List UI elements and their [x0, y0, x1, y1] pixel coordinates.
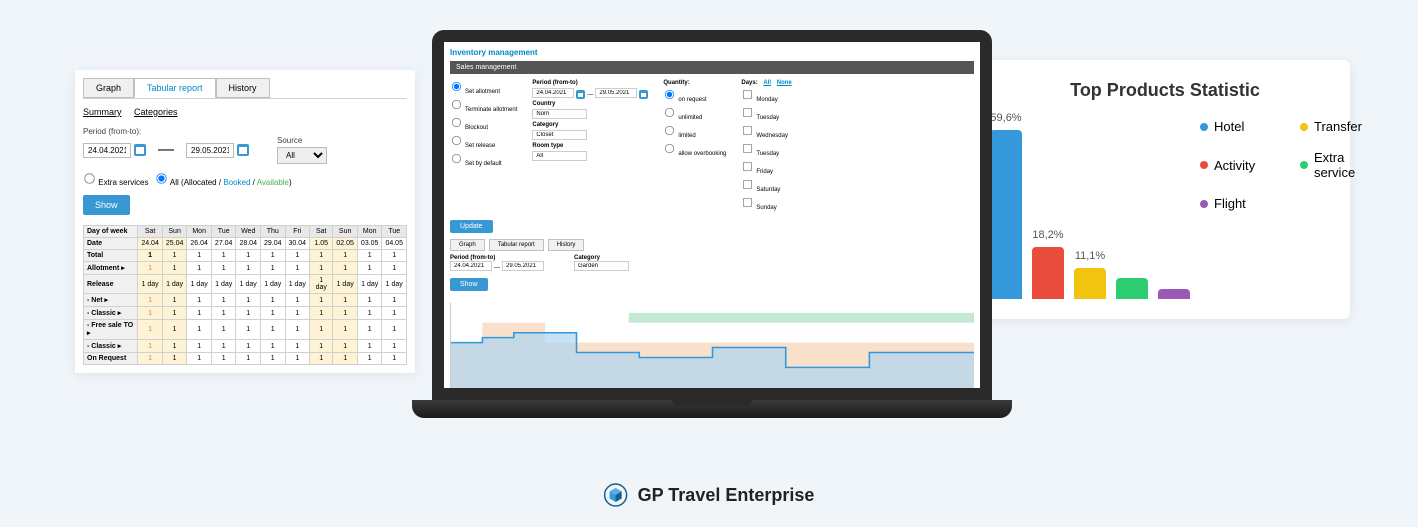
center-from-input[interactable]	[532, 88, 574, 98]
mini-tab-history[interactable]: History	[548, 239, 585, 251]
table-header-days: Day of week SatSunMonTueWedThuFriSatSunM…	[84, 226, 407, 238]
radio-all[interactable]: All	[155, 178, 179, 187]
legend: Hotel Transfer Activity Extra service Fl…	[1200, 119, 1370, 299]
period-label: Period (from-to):	[83, 127, 407, 136]
source-label: Source	[277, 136, 327, 145]
top-products-title: Top Products Statistic	[990, 80, 1340, 101]
link-available[interactable]: Available	[257, 178, 289, 187]
tab-history[interactable]: History	[216, 78, 270, 98]
radio-terminate[interactable]: Terminate allotment	[450, 98, 517, 113]
table-row-freesale: - Free sale TO ▸ 11111111111	[84, 320, 407, 340]
period-row: — Source All	[83, 136, 407, 164]
tab-tabular[interactable]: Tabular report	[134, 78, 216, 98]
legend-activity: Activity	[1200, 150, 1270, 180]
table-row-total: Total 11111111111	[84, 250, 407, 262]
check-mon[interactable]: Monday	[741, 88, 791, 103]
radio-default[interactable]: Set by default	[450, 152, 517, 167]
bars-chart: 59,6%18,2%11,1%	[990, 119, 1190, 299]
mini-tab-tabular[interactable]: Tabular report	[489, 239, 544, 251]
room-input[interactable]	[532, 151, 587, 161]
radio-limited[interactable]: limited	[663, 124, 726, 139]
link-booked[interactable]: Booked	[223, 178, 250, 187]
bar-label: 18,2%	[1032, 229, 1063, 241]
sales-management-bar: Sales management	[450, 61, 974, 74]
footer-text: GP Travel Enterprise	[638, 485, 815, 506]
date-from-group	[83, 143, 146, 158]
mini-from-input[interactable]	[450, 261, 492, 271]
table-row-onrequest: On Request 11111111111	[84, 353, 407, 365]
period-col: Period (from-to) — Country Category Room…	[532, 80, 648, 214]
update-button[interactable]: Update	[450, 220, 493, 233]
show-button[interactable]: Show	[83, 195, 130, 215]
bar-activity: 18,2%	[1032, 247, 1064, 299]
allotment-table: Day of week SatSunMonTueWedThuFriSatSunM…	[83, 225, 407, 365]
check-tue2[interactable]: Tuesday	[741, 142, 791, 157]
source-group: Source All	[277, 136, 327, 164]
tab-graph[interactable]: Graph	[83, 78, 134, 98]
source-select[interactable]: All	[277, 147, 327, 164]
date-to-group	[186, 143, 249, 158]
radio-extra-services[interactable]: Extra services	[83, 178, 148, 187]
radio-release[interactable]: Set release	[450, 134, 517, 149]
center-to-input[interactable]	[595, 88, 637, 98]
calendar-icon[interactable]	[639, 90, 648, 99]
radio-set-allotment[interactable]: Set allotment	[450, 80, 517, 95]
laptop-base	[412, 400, 1012, 418]
report-tabs: Graph Tabular report History	[83, 78, 407, 99]
days-col: Days: All None Monday Tuesday Wednesday …	[741, 80, 791, 214]
radio-overbooking[interactable]: allow overbooking	[663, 142, 726, 157]
link-none-days[interactable]: None	[777, 80, 792, 86]
options-col: Set allotment Terminate allotment Blocko…	[450, 80, 517, 214]
filter-row: Extra services All (Allocated / Booked /…	[83, 172, 407, 187]
calendar-icon[interactable]	[134, 144, 146, 156]
subtabs: Summary Categories	[83, 107, 407, 117]
dash: —	[158, 141, 174, 159]
laptop-screen: Inventory management Sales management Se…	[432, 30, 992, 400]
mini-to-input[interactable]	[502, 261, 544, 271]
table-row-release: Release 1 day1 day1 day1 day1 day1 day1 …	[84, 275, 407, 294]
radio-blockout[interactable]: Blockout	[450, 116, 517, 131]
mini-tab-graph[interactable]: Graph	[450, 239, 485, 251]
date-to-input[interactable]	[186, 143, 234, 158]
legend-flight: Flight	[1200, 196, 1290, 211]
bar-label: 11,1%	[1075, 250, 1105, 262]
legend-transfer: Transfer	[1300, 119, 1370, 134]
radio-onrequest[interactable]: on request	[663, 88, 726, 103]
legend-hotel: Hotel	[1200, 119, 1270, 134]
date-from-input[interactable]	[83, 143, 131, 158]
legend-extra: Extra service	[1300, 150, 1370, 180]
mini-category-input[interactable]	[574, 261, 629, 271]
check-fri[interactable]: Friday	[741, 160, 791, 175]
check-sun[interactable]: Sunday	[741, 196, 791, 211]
table-row-classic1: - Classic ▸ 11111111111	[84, 307, 407, 320]
bar-extra-service	[1116, 278, 1148, 299]
mini-show-button[interactable]: Show	[450, 278, 488, 291]
bar-transfer: 11,1%	[1074, 268, 1106, 299]
inventory-title: Inventory management	[450, 48, 974, 57]
tabular-report-panel: Graph Tabular report History Summary Cat…	[75, 70, 415, 373]
cube-icon	[604, 483, 628, 507]
calendar-icon[interactable]	[576, 90, 585, 99]
check-sat[interactable]: Saturday	[741, 178, 791, 193]
check-wed[interactable]: Wednesday	[741, 124, 791, 139]
calendar-icon[interactable]	[237, 144, 249, 156]
allotment-chart: 15 10 5	[450, 303, 974, 400]
quantity-col: Quantity: on request unlimited limited a…	[663, 80, 726, 214]
table-row-net: - Net ▸ 11111111111	[84, 294, 407, 307]
country-input[interactable]	[532, 109, 587, 119]
check-tue[interactable]: Tuesday	[741, 106, 791, 121]
category-input[interactable]	[532, 130, 587, 140]
laptop-mockup: Inventory management Sales management Se…	[412, 30, 1012, 460]
subtab-summary[interactable]: Summary	[83, 107, 122, 117]
top-products-panel: Top Products Statistic 59,6%18,2%11,1% H…	[980, 60, 1350, 319]
table-row-classic2: - Classic ▸ 11111111111	[84, 340, 407, 353]
subtab-categories[interactable]: Categories	[134, 107, 178, 117]
table-row-allotment: Allotment ▸ 11111111111	[84, 262, 407, 275]
table-row-date: Date 24.0425.0426.0427.0428.0429.0430.04…	[84, 238, 407, 250]
bar-flight	[1158, 289, 1190, 299]
alloc-text: (Allocated /	[181, 178, 221, 187]
radio-unlimited[interactable]: unlimited	[663, 106, 726, 121]
link-all-days[interactable]: All	[763, 80, 771, 86]
footer-logo: GP Travel Enterprise	[604, 483, 815, 507]
